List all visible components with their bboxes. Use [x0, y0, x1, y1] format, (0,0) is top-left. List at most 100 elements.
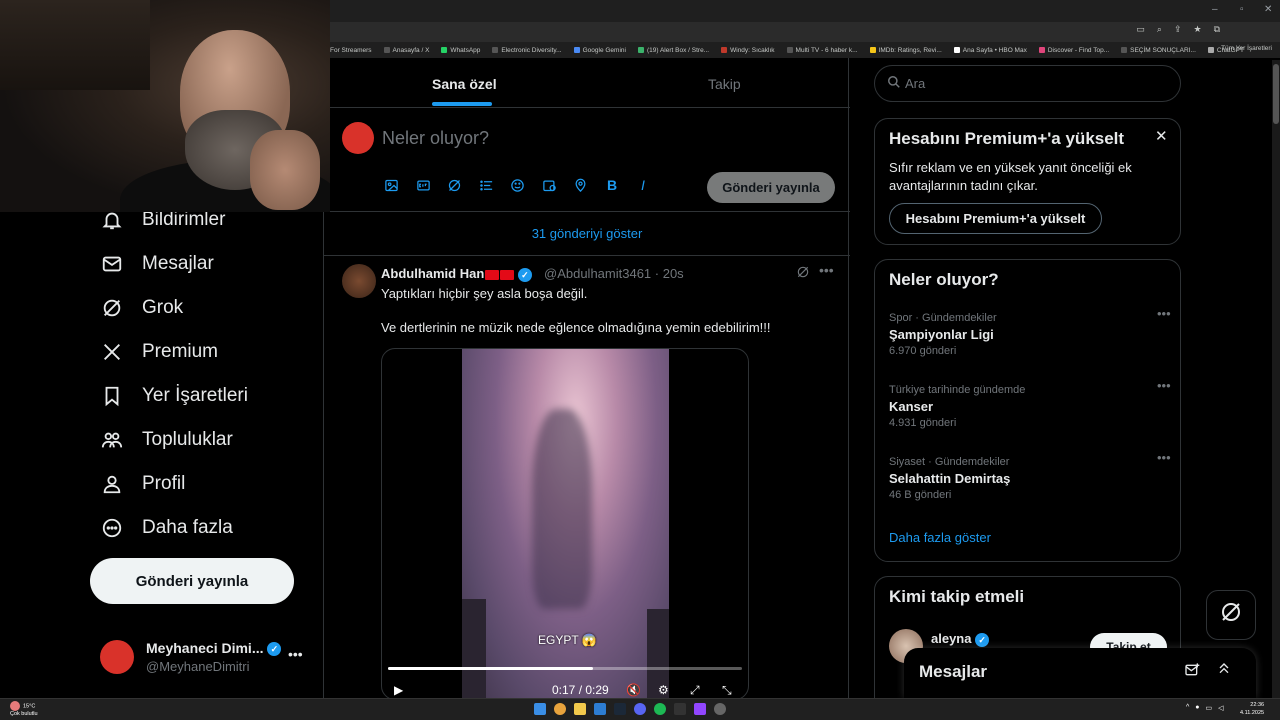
nav-messages[interactable]: Mesajlar — [100, 252, 214, 276]
weather-widget[interactable]: 15°C Çok bulutlu — [10, 701, 38, 718]
bookmark-item[interactable]: Discover - Find Top... — [1038, 47, 1109, 54]
explorer-icon[interactable] — [574, 703, 586, 715]
messages-drawer[interactable]: Mesajlar — [904, 648, 1256, 698]
install-icon[interactable]: ▭ — [1136, 24, 1145, 35]
mic-icon[interactable]: ● — [1195, 704, 1199, 712]
search-input[interactable]: Ara — [874, 65, 1181, 102]
zoom-icon[interactable]: ⌕ — [1157, 24, 1162, 35]
account-more-icon[interactable]: ••• — [288, 646, 303, 662]
tab-for-you[interactable]: Sana özel — [432, 76, 497, 92]
show-more-trends-link[interactable]: Daha fazla göster — [889, 530, 991, 545]
bookmark-item[interactable]: For Streamers — [330, 47, 372, 54]
play-icon[interactable]: ▶ — [394, 683, 403, 697]
close-window-button[interactable]: ✕ — [1264, 4, 1272, 15]
poll-icon[interactable] — [477, 176, 495, 194]
star-icon[interactable]: ★ — [1193, 24, 1201, 35]
premium-upgrade-button[interactable]: Hesabını Premium+'a yükselt — [889, 203, 1102, 234]
network-icon[interactable]: ▭ — [1206, 704, 1213, 712]
tweet-more-icon[interactable]: ••• — [819, 262, 834, 278]
trend-more-icon[interactable]: ••• — [1157, 450, 1171, 465]
epic-icon[interactable] — [674, 703, 686, 715]
trend-more-icon[interactable]: ••• — [1157, 378, 1171, 393]
nav-grok[interactable]: Grok — [100, 296, 183, 320]
suggested-user-name[interactable]: aleyna — [931, 631, 971, 646]
tweet-author-handle[interactable]: @Abdulhamit3461 · 20s — [544, 266, 684, 281]
show-new-posts[interactable]: 31 gönderiyi göster — [324, 212, 850, 256]
trend-topic: Şampiyonlar Ligi — [889, 327, 994, 342]
expand-drawer-icon[interactable] — [1216, 660, 1232, 680]
extensions-icon[interactable]: ⧉ — [1214, 24, 1220, 35]
volume-icon[interactable]: ◁ — [1218, 704, 1223, 712]
bookmark-item[interactable]: Anasayfa / X — [383, 47, 429, 54]
start-icon[interactable] — [534, 703, 546, 715]
taskbar-clock[interactable]: 22:36 4.11.2025 — [1240, 701, 1264, 717]
x-logo-icon — [100, 340, 124, 364]
share-icon[interactable]: ⇪ — [1174, 24, 1182, 35]
tab-following[interactable]: Takip — [708, 76, 741, 92]
scrollbar-thumb[interactable] — [1273, 64, 1279, 124]
discord-icon[interactable] — [634, 703, 646, 715]
gif-icon[interactable] — [414, 176, 432, 194]
avatar[interactable] — [342, 264, 376, 298]
bold-icon[interactable]: B — [603, 176, 621, 194]
timeline-tabs: Sana özel Takip — [324, 58, 850, 108]
italic-icon[interactable]: I — [634, 176, 652, 194]
chevron-up-icon[interactable]: ^ — [1186, 704, 1189, 712]
grok-icon[interactable] — [796, 265, 810, 282]
fullscreen-icon[interactable]: ⤡ — [722, 683, 732, 698]
nav-more[interactable]: Daha fazla — [100, 516, 233, 540]
tweet[interactable]: Abdulhamid Han ✓ @Abdulhamit3461 · 20s •… — [324, 256, 850, 700]
grok-floating-button[interactable] — [1206, 590, 1256, 640]
post-button[interactable]: Gönderi yayınla — [90, 558, 294, 604]
chrome-icon[interactable] — [554, 703, 566, 715]
verified-badge-icon: ✓ — [517, 267, 532, 282]
app-icon[interactable] — [694, 703, 706, 715]
trend-item[interactable]: Türkiye tarihinde gündemde Kanser 4.931 … — [889, 378, 1171, 429]
steam-icon[interactable] — [614, 703, 626, 715]
image-icon[interactable] — [382, 176, 400, 194]
mail-icon — [100, 252, 124, 276]
bookmark-item[interactable]: SEÇİM SONUÇLARI... — [1121, 47, 1196, 54]
account-switcher[interactable]: Meyhaneci Dimi... ✓ @MeyhaneDimitri ••• — [100, 636, 310, 680]
tweet-video[interactable]: EGYPT 😱 ▶ 0:17 / 0:29 🔇 ⚙ ⤢ ⤡ — [381, 348, 749, 700]
store-icon[interactable] — [594, 703, 606, 715]
grok-icon[interactable] — [445, 176, 463, 194]
trend-context: Spor · Gündemdekiler — [889, 312, 997, 324]
bookmark-item[interactable]: Ana Sayfa • HBO Max — [953, 47, 1027, 54]
bookmark-item[interactable]: Multi TV - 6 haber k... — [786, 47, 858, 54]
emoji-icon[interactable] — [508, 176, 526, 194]
schedule-icon[interactable] — [540, 176, 558, 194]
bookmark-item[interactable]: (19) Alert Box / Stre... — [637, 47, 709, 54]
settings-icon[interactable]: ⚙ — [658, 683, 669, 697]
bookmark-item[interactable]: WhatsApp — [441, 47, 480, 54]
obs-icon[interactable] — [714, 703, 726, 715]
nav-profile[interactable]: Profil — [100, 472, 185, 496]
volume-icon[interactable]: 🔇 — [626, 683, 641, 697]
video-progress-bar[interactable] — [388, 667, 742, 670]
composer-input[interactable]: Neler oluyor? — [382, 128, 489, 149]
maximize-button[interactable]: ▫ — [1240, 4, 1244, 15]
trend-more-icon[interactable]: ••• — [1157, 306, 1171, 321]
close-icon[interactable]: ✕ — [1155, 127, 1168, 145]
tweet-author-name[interactable]: Abdulhamid Han — [381, 266, 484, 281]
video-frame[interactable]: EGYPT 😱 — [462, 349, 669, 699]
bookmark-item[interactable]: Electronic Diversity... — [492, 47, 562, 54]
spotify-icon[interactable] — [654, 703, 666, 715]
nav-bookmarks[interactable]: Yer İşaretleri — [100, 384, 248, 408]
page-scrollbar[interactable] — [1272, 60, 1280, 698]
minimize-button[interactable]: – — [1212, 4, 1218, 15]
trend-item[interactable]: Siyaset · Gündemdekiler Selahattin Demir… — [889, 450, 1171, 501]
pip-icon[interactable]: ⤢ — [690, 683, 700, 698]
location-icon[interactable] — [571, 176, 589, 194]
bookmark-item[interactable]: Windy: Sıcaklık — [721, 47, 775, 54]
nav-communities[interactable]: Topluluklar — [100, 428, 233, 452]
all-bookmarks[interactable]: Tüm Yer İşaretleri — [1221, 45, 1272, 52]
compose-submit-button[interactable]: Gönderi yayınla — [707, 172, 835, 203]
trend-item[interactable]: Spor · Gündemdekiler Şampiyonlar Ligi 6.… — [889, 306, 1171, 357]
bookmark-item[interactable]: Google Gemini — [573, 47, 626, 54]
trend-count: 4.931 gönderi — [889, 417, 957, 429]
nav-premium[interactable]: Premium — [100, 340, 218, 364]
bookmark-item[interactable]: IMDb: Ratings, Revi... — [869, 47, 942, 54]
premium-description: Sıfır reklam ve en yüksek yanıt önceliği… — [889, 160, 1132, 193]
new-message-icon[interactable] — [1184, 662, 1200, 682]
